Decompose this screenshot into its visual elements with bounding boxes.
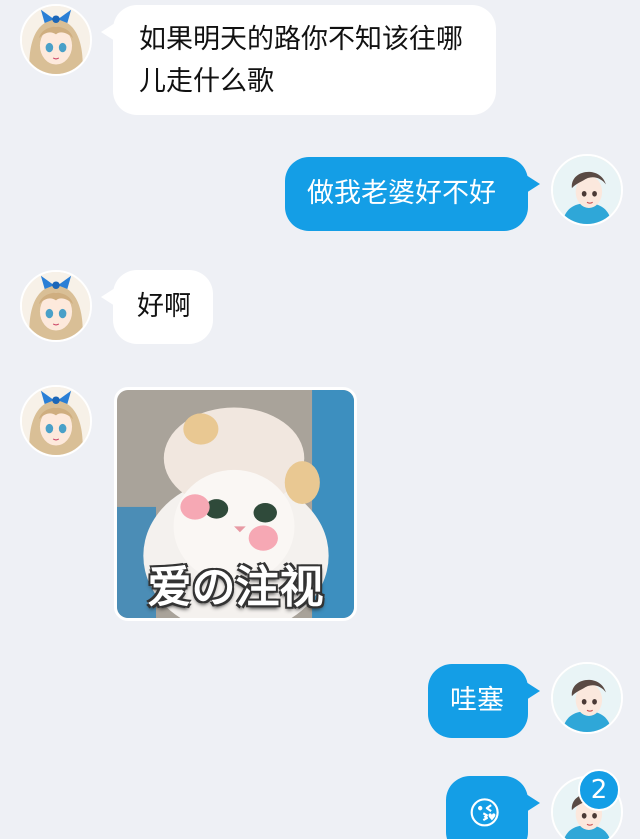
message-bubble-incoming[interactable]: 好啊: [101, 270, 213, 344]
message-bubble-incoming[interactable]: 如果明天的路你不知该往哪儿走什么歌: [101, 5, 496, 115]
message-bubble-outgoing[interactable]: 做我老婆好不好: [285, 157, 540, 231]
unread-count-badge[interactable]: 2: [578, 769, 620, 811]
message-bubble-outgoing[interactable]: 哇塞: [428, 664, 540, 738]
my-avatar[interactable]: [551, 662, 623, 734]
friend-avatar[interactable]: [20, 270, 92, 342]
friend-avatar[interactable]: [20, 385, 92, 457]
message-text: 如果明天的路你不知该往哪儿走什么歌: [139, 24, 463, 97]
cat-sticker-image[interactable]: 爱の注视: [114, 387, 357, 621]
friend-avatar[interactable]: [20, 4, 92, 76]
message-text: 好啊: [137, 291, 191, 322]
sticker-caption: 爱の注视: [147, 562, 324, 613]
chat-conversation: 如果明天的路你不知该往哪儿走什么歌 做我老婆好不好 好啊 爱の注视 哇塞 😘 2: [0, 0, 640, 839]
my-avatar[interactable]: [551, 154, 623, 226]
message-text: 哇塞: [450, 685, 504, 716]
kiss-emoji-icon: 😘: [468, 794, 502, 832]
message-bubble-outgoing[interactable]: 😘: [446, 776, 540, 839]
message-text: 做我老婆好不好: [307, 178, 496, 209]
